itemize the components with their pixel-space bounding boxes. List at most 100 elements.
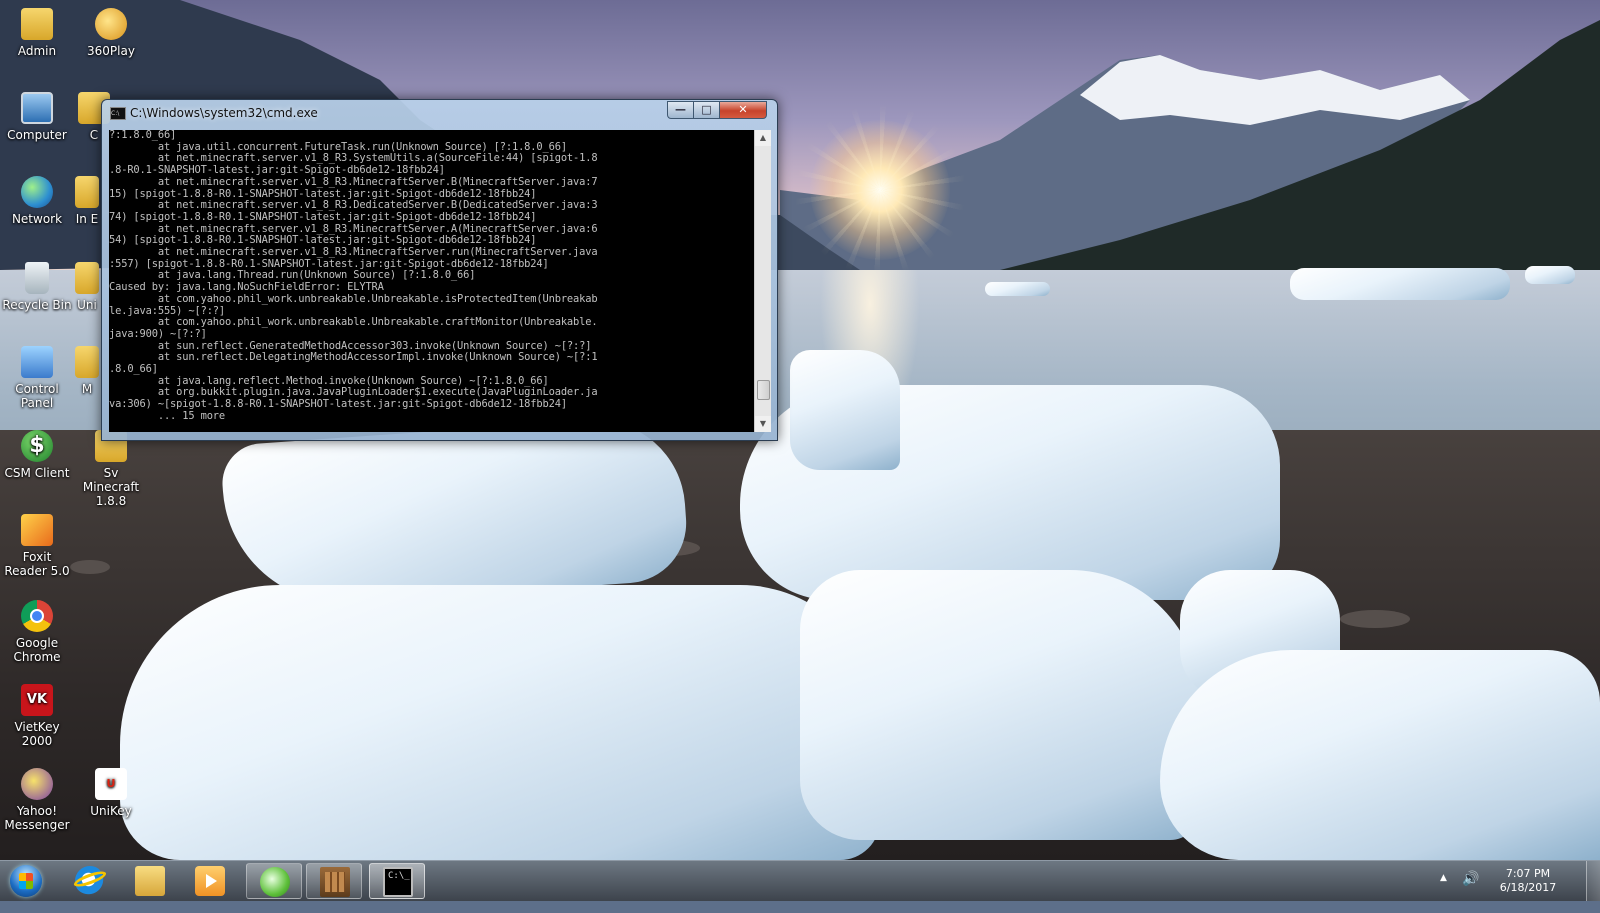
chrome-icon	[21, 600, 53, 632]
cmd-window[interactable]: C:\ C:\Windows\system32\cmd.exe — □ ✕ ?:…	[101, 99, 778, 441]
desktop-icon-unikey[interactable]: U UniKey	[74, 768, 148, 818]
desktop-icon-yahoo-messenger[interactable]: Yahoo! Messenger	[0, 768, 74, 832]
console-line: ... 15 more	[109, 409, 226, 422]
ice-floe	[790, 350, 900, 470]
minimize-button[interactable]: —	[667, 101, 694, 119]
icon-label: Network	[11, 212, 63, 226]
desktop-icon-m-partial[interactable]: M	[74, 346, 100, 396]
console-line: 74) [spigot-1.8.8-R0.1-SNAPSHOT-latest.j…	[109, 210, 537, 223]
windows-start-orb-icon	[10, 865, 42, 897]
vietkey-icon: VK	[21, 684, 53, 716]
ice-block	[1160, 650, 1600, 860]
folder-icon	[75, 346, 99, 378]
desktop-icon-foxit-reader[interactable]: Foxit Reader 5.0	[0, 514, 74, 578]
icon-label: CSM Client	[4, 466, 70, 480]
icon-label: Admin	[17, 44, 57, 58]
windows-explorer-icon	[135, 866, 165, 896]
system-clock[interactable]: 7:07 PM 6/18/2017	[1492, 867, 1564, 895]
folder-icon	[75, 176, 99, 208]
vertical-scrollbar[interactable]: ▲ ▼	[754, 130, 771, 432]
console-line: java:900) ~[?:?]	[109, 327, 207, 340]
internet-explorer-icon	[75, 866, 105, 896]
control-panel-icon	[21, 346, 53, 378]
minecraft-icon	[320, 867, 350, 897]
console-line: ?:1.8.0_66]	[109, 130, 177, 141]
show-desktop-button[interactable]	[1586, 861, 1600, 901]
start-button[interactable]	[4, 864, 48, 898]
console-output[interactable]: ?:1.8.0_66] at java.util.concurrent.Futu…	[109, 130, 754, 432]
desktop-icon-uni-partial[interactable]: Uni	[74, 262, 100, 312]
scroll-up-arrow-icon[interactable]: ▲	[755, 130, 771, 146]
volume-icon[interactable]: 🔊	[1462, 871, 1479, 911]
icon-label: C	[89, 128, 99, 142]
icon-label: Foxit Reader 5.0	[4, 550, 70, 578]
icon-label: 360Play	[87, 44, 135, 58]
recycle-bin-icon	[25, 262, 49, 294]
icon-label: VietKey 2000	[14, 720, 60, 748]
foxit-reader-icon	[21, 514, 53, 546]
media-player-icon	[195, 866, 225, 896]
desktop-icon-recycle-bin[interactable]: Recycle Bin	[0, 262, 74, 312]
icon-label: Yahoo! Messenger	[4, 804, 70, 832]
desktop-icon-in-partial[interactable]: In E	[74, 176, 100, 226]
scroll-down-arrow-icon[interactable]: ▼	[755, 416, 771, 432]
window-title: C:\Windows\system32\cmd.exe	[130, 106, 318, 120]
360play-icon	[95, 8, 127, 40]
ice-block	[800, 570, 1200, 840]
pebble	[70, 560, 110, 574]
icon-label: UniKey	[90, 804, 132, 818]
user-folder-icon	[21, 8, 53, 40]
yahoo-messenger-icon	[21, 768, 53, 800]
ice-floe	[985, 282, 1050, 296]
desktop-icon-network[interactable]: Network	[0, 176, 74, 226]
taskbar-item-internet-explorer[interactable]	[62, 863, 118, 899]
network-icon	[21, 176, 53, 208]
desktop-icon-control-panel[interactable]: Control Panel	[0, 346, 74, 410]
icon-label: Sv Minecraft 1.8.8	[82, 466, 140, 508]
icon-label: M	[81, 382, 93, 396]
taskbar-item-minecraft[interactable]	[306, 863, 362, 899]
console-line: at net.minecraft.server.v1_8_R3.Minecraf…	[109, 175, 598, 188]
desktop-icon-vietkey[interactable]: VK VietKey 2000	[0, 684, 74, 748]
icon-label: Google Chrome	[13, 636, 61, 664]
taskbar-item-360-browser[interactable]	[246, 863, 302, 899]
pebble	[1340, 610, 1410, 628]
ice-block	[120, 585, 880, 860]
folder-icon	[75, 262, 99, 294]
desktop-icon-computer[interactable]: Computer	[0, 92, 74, 142]
unikey-icon: U	[95, 768, 127, 800]
taskbar-item-media-player[interactable]	[182, 863, 238, 899]
ice-floe	[1525, 266, 1575, 284]
command-prompt-icon: C:\_	[383, 867, 413, 897]
desktop-icon-360play[interactable]: 360Play	[74, 8, 148, 58]
close-button[interactable]: ✕	[719, 101, 767, 119]
desktop-icon-csm-client[interactable]: $ CSM Client	[0, 430, 74, 480]
console-line: .8.0_66]	[109, 363, 158, 376]
ice-floe	[1290, 268, 1510, 300]
cmd-window-icon: C:\	[110, 107, 126, 120]
taskbar-item-windows-explorer[interactable]	[122, 863, 178, 899]
icon-label: Control Panel	[15, 382, 59, 410]
taskbar: C:\_ ▲ 🔊 7:07 PM 6/18/2017	[0, 860, 1600, 901]
show-hidden-icons-button[interactable]: ▲	[1440, 873, 1447, 913]
dollar-icon: $	[21, 430, 53, 462]
clock-date: 6/18/2017	[1499, 881, 1557, 894]
ice-block	[219, 414, 691, 611]
desktop-icon-google-chrome[interactable]: Google Chrome	[0, 600, 74, 664]
window-title-bar[interactable]: C:\ C:\Windows\system32\cmd.exe — □ ✕	[102, 100, 777, 126]
computer-icon	[21, 92, 53, 124]
clock-time: 7:07 PM	[1505, 867, 1551, 880]
icon-label: Recycle Bin	[2, 298, 72, 312]
icon-label: In E	[75, 212, 99, 226]
360-browser-icon	[260, 867, 290, 897]
scrollbar-thumb[interactable]	[757, 380, 770, 400]
console-line: at net.minecraft.server.v1_8_R3.Minecraf…	[109, 246, 598, 259]
taskbar-item-command-prompt[interactable]: C:\_	[369, 863, 425, 899]
icon-label: Uni	[77, 298, 97, 312]
wallpaper-sun-rays	[790, 100, 970, 280]
console-line: at com.yahoo.phil_work.unbreakable.Unbre…	[109, 292, 598, 305]
desktop-icon-sv-minecraft[interactable]: Sv Minecraft 1.8.8	[74, 430, 148, 508]
desktop-icon-admin[interactable]: Admin	[0, 8, 74, 58]
icon-label: Computer	[7, 128, 67, 142]
maximize-button[interactable]: □	[693, 101, 720, 119]
